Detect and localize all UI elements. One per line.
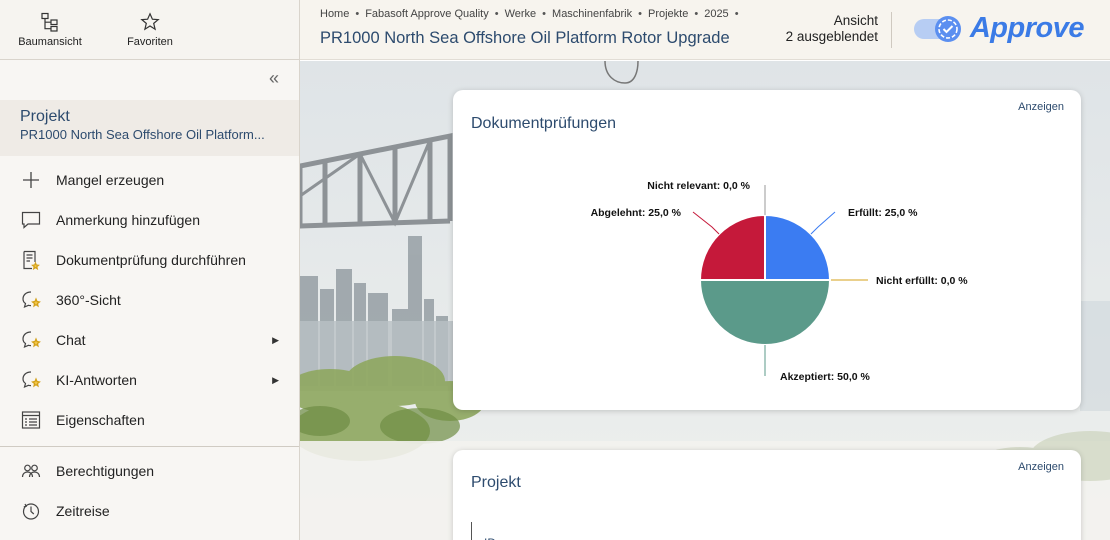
breadcrumb-separator: • [734, 8, 739, 20]
menu-item-label: Zeitreise [56, 503, 110, 519]
ai-chat-icon [20, 289, 42, 311]
project-card: Anzeigen Projekt ID [453, 450, 1081, 540]
pie-leader-line [810, 211, 836, 235]
menu-item-ai-answers[interactable]: KI-Antworten ▶ [0, 360, 299, 400]
menu-item-properties[interactable]: Eigenschaften [0, 400, 299, 440]
breadcrumb-item[interactable]: Fabasoft Approve Quality [365, 8, 489, 20]
menu-item-label: Eigenschaften [56, 412, 145, 428]
action-menu: Mangel erzeugen Anmerkung hinzufügen Dok… [0, 160, 299, 531]
breadcrumb-item[interactable]: Projekte [648, 8, 688, 20]
favorites-button[interactable]: Favoriten [100, 0, 200, 59]
properties-icon [20, 409, 42, 431]
approve-logo-icon [913, 15, 961, 42]
tree-icon [41, 12, 58, 32]
breadcrumb-item[interactable]: 2025 [704, 8, 728, 20]
id-label: ID [484, 536, 496, 540]
ai-chat-icon [20, 329, 42, 351]
breadcrumb-separator: • [542, 8, 547, 20]
submenu-arrow-icon: ▶ [272, 334, 279, 345]
breadcrumb-separator: • [355, 8, 360, 20]
sidebar-top-nav: Baumansicht Favoriten [0, 0, 299, 60]
show-project-link[interactable]: Anzeigen [1018, 461, 1064, 473]
menu-item-permissions[interactable]: Berechtigungen [0, 451, 299, 491]
document-reviews-card: Anzeigen Dokumentprüfungen Erfüllt: 25,0… [453, 90, 1081, 410]
pie-label: Abgelehnt: 25,0 % [591, 207, 682, 219]
pie-leader-line [692, 211, 720, 235]
menu-item-label: KI-Antworten [56, 372, 137, 388]
breadcrumb-item[interactable]: Werke [505, 8, 537, 20]
hidden-count: 2 ausgeblendet [785, 29, 878, 44]
page-title: PR1000 North Sea Offshore Oil Platform R… [320, 29, 730, 47]
pie-label: Erfüllt: 25,0 % [848, 207, 918, 219]
project-label: Projekt [20, 108, 70, 125]
view-label: Ansicht [833, 13, 878, 28]
menu-item-label: 360°-Sicht [56, 292, 121, 308]
menu-item-time-travel[interactable]: Zeitreise [0, 491, 299, 531]
menu-item-360-view[interactable]: 360°-Sicht [0, 280, 299, 320]
users-icon [20, 460, 42, 482]
ai-chat-icon [20, 369, 42, 391]
breadcrumb-separator: • [638, 8, 642, 20]
menu-item-create-defect[interactable]: Mangel erzeugen [0, 160, 299, 200]
document-reviews-pie-chart: Erfüllt: 25,0 % Nicht erfüllt: 0,0 % Akzep… [591, 180, 969, 383]
pie-label: Akzeptiert: 50,0 % [780, 371, 871, 383]
tree-view-button[interactable]: Baumansicht [0, 0, 100, 59]
menu-item-label: Dokumentprüfung durchführen [56, 252, 246, 268]
header: Home • Fabasoft Approve Quality • Werke • Masc… [300, 0, 1110, 60]
header-divider [891, 12, 892, 48]
breadcrumb-item[interactable]: Maschinenfabrik [552, 8, 632, 20]
menu-item-document-review[interactable]: Dokumentprüfung durchführen [0, 240, 299, 280]
star-icon [140, 11, 160, 30]
menu-item-label: Berechtigungen [56, 463, 155, 479]
breadcrumb-item[interactable]: Home [320, 8, 349, 20]
history-icon [20, 500, 42, 522]
tree-view-label: Baumansicht [18, 35, 82, 48]
project-card-title: Projekt [471, 474, 521, 491]
breadcrumb-separator: • [694, 8, 699, 20]
menu-item-chat[interactable]: Chat ▶ [0, 320, 299, 360]
menu-item-add-comment[interactable]: Anmerkung hinzufügen [0, 200, 299, 240]
menu-item-label: Chat [56, 332, 86, 348]
comment-icon [20, 209, 42, 231]
brand-name: Approve [969, 12, 1085, 44]
submenu-arrow-icon: ▶ [272, 374, 279, 385]
project-name: PR1000 North Sea Offshore Oil Platform..… [20, 127, 265, 142]
plus-icon [20, 169, 42, 191]
menu-divider [0, 446, 299, 447]
document-check-icon [20, 249, 42, 271]
pie-slice-akzeptiert[interactable] [698, 279, 832, 346]
breadcrumb-separator: • [494, 8, 499, 20]
collapse-sidebar-icon[interactable]: « [269, 68, 279, 89]
breadcrumb: Home • Fabasoft Approve Quality • Werke • Masc… [320, 8, 745, 20]
current-project[interactable]: Projekt PR1000 North Sea Offshore Oil Pl… [0, 100, 299, 156]
menu-item-label: Anmerkung hinzufügen [56, 212, 200, 228]
menu-item-label: Mangel erzeugen [56, 172, 165, 188]
favorites-label: Favoriten [127, 35, 173, 48]
id-field: ID [471, 522, 496, 540]
pie-label: Nicht relevant: 0,0 % [647, 180, 750, 192]
pie-label: Nicht erfüllt: 0,0 % [876, 275, 968, 287]
sidebar: Baumansicht Favoriten « Projekt PR1000 N… [0, 0, 300, 540]
approve-logo[interactable]: Approve [913, 12, 1085, 45]
view-settings-button[interactable]: Ansicht 2 ausgeblendet [786, 13, 878, 45]
